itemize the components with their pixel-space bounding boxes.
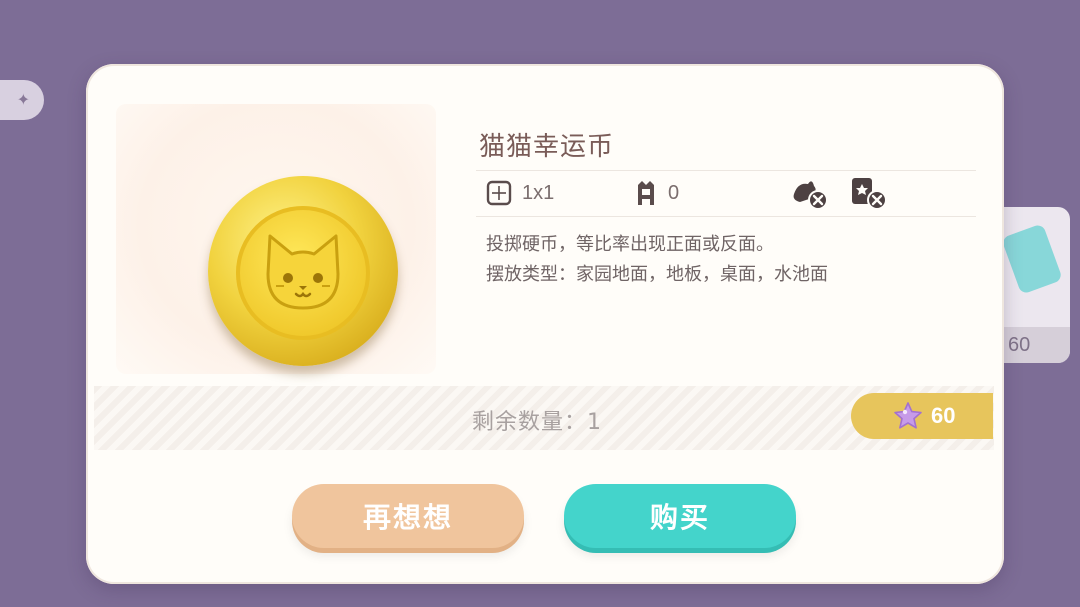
item-preview-frame [116, 104, 436, 374]
background-item-thumbnail [1001, 223, 1063, 295]
coin-face [236, 206, 370, 340]
purchase-dialog: 猫猫幸运币 1x1 0 投掷硬币，等比率出现正面或反面。 摆放类型：家园地面，地… [86, 64, 1004, 584]
divider [476, 216, 976, 217]
grid-size-icon [486, 180, 512, 206]
sparkle-icon: ✦ [16, 90, 30, 109]
interaction-status [788, 178, 828, 210]
purple-star-icon [894, 402, 922, 429]
remaining-quantity: 剩余数量：1 [472, 410, 602, 435]
cat-face-icon [266, 234, 340, 310]
item-name: 猫猫幸运币 [479, 132, 615, 162]
no-edit-icon [852, 178, 887, 210]
description-placement: 摆放类型：家园地面，地板，桌面，水池面 [486, 264, 828, 285]
furniture-comfort-icon [638, 181, 654, 205]
side-panel-toggle[interactable]: ✦ [0, 80, 44, 120]
divider [476, 170, 976, 171]
size-value: 1x1 [522, 181, 555, 204]
comfort-value: 0 [668, 181, 680, 204]
cat-coin-icon [208, 176, 398, 366]
price-tag: 60 [851, 393, 993, 439]
background-card-price: 60 [1008, 334, 1031, 356]
description-effect: 投掷硬币，等比率出现正面或反面。 [486, 234, 774, 255]
no-interaction-icon [793, 181, 828, 210]
item-description: 投掷硬币，等比率出现正面或反面。 摆放类型：家园地面，地板，桌面，水池面 [486, 230, 828, 290]
size-stat: 1x1 [486, 178, 554, 208]
buy-button[interactable]: 购买 [564, 484, 796, 548]
comfort-stat: 0 [634, 178, 679, 208]
price-value: 60 [931, 403, 956, 428]
cancel-button[interactable]: 再想想 [292, 484, 524, 548]
edit-status [850, 178, 890, 210]
